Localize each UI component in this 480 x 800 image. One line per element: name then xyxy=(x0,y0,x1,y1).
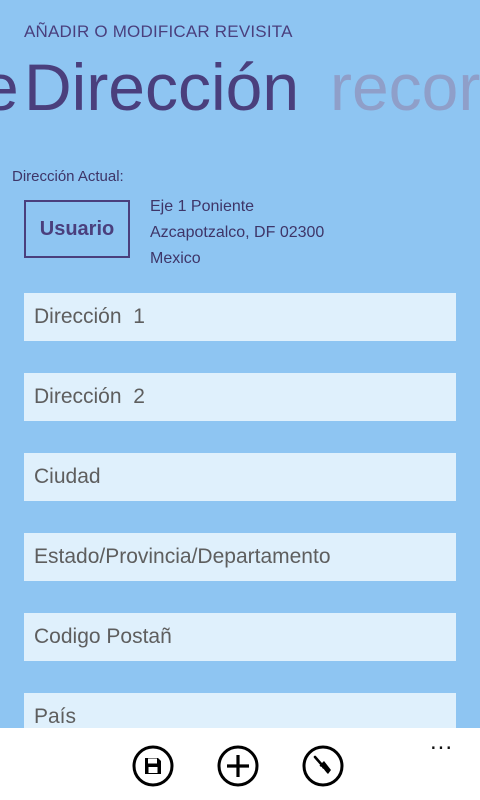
current-address-label: Dirección Actual: xyxy=(12,168,124,185)
address-line-1: Eje 1 Poniente xyxy=(150,198,255,215)
save-button[interactable] xyxy=(131,744,175,788)
address-1-input[interactable] xyxy=(24,293,456,341)
clear-broom-icon xyxy=(302,745,344,787)
state-input[interactable] xyxy=(24,533,456,581)
address-line-2: Azcapotzalco, DF 02300 xyxy=(150,224,325,241)
add-icon xyxy=(217,745,259,787)
city-input[interactable] xyxy=(24,453,456,501)
clear-button[interactable] xyxy=(301,744,345,788)
app-bar: ... xyxy=(0,728,480,800)
pivot-item-recordatorio[interactable]: recordatorio xyxy=(330,54,480,120)
app-title: AÑADIR O MODIFICAR REVISITA xyxy=(24,22,293,41)
postal-code-input[interactable] xyxy=(24,613,456,661)
pivot-item-direccion[interactable]: Dirección xyxy=(24,54,299,120)
user-address-button[interactable]: Usuario xyxy=(24,200,130,258)
address-2-input[interactable] xyxy=(24,373,456,421)
pivot-header: e Dirección recordatorio xyxy=(0,48,480,138)
address-line-3: Mexico xyxy=(150,250,201,267)
pivot-item-previous[interactable]: e xyxy=(0,54,19,120)
current-address: Eje 1 Poniente Azcapotzalco, DF 02300 Me… xyxy=(150,194,324,272)
add-button[interactable] xyxy=(216,744,260,788)
more-options-button[interactable]: ... xyxy=(430,730,453,754)
save-icon xyxy=(132,745,174,787)
